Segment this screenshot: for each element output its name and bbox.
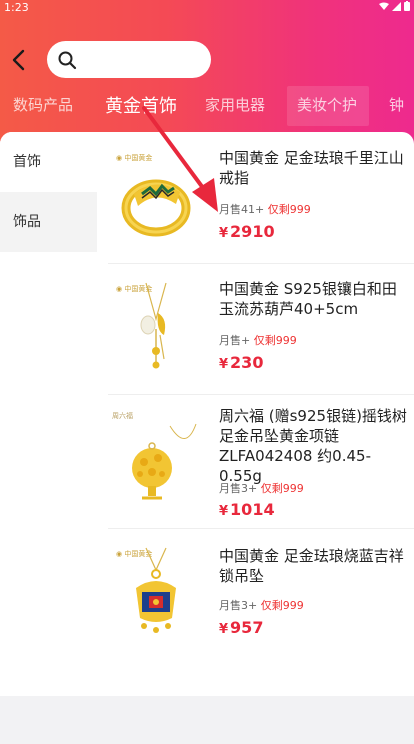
currency-symbol: ¥	[219, 622, 229, 637]
product-image-tree-pendant: 周六福	[112, 411, 197, 500]
price-value: 230	[230, 353, 264, 372]
search-box[interactable]	[47, 41, 211, 78]
sidebar-item-label: 首饰	[13, 154, 41, 170]
divider	[108, 263, 414, 264]
stock-left: 仅剩999	[260, 482, 304, 495]
sidebar-item-jewelry[interactable]: 首饰	[0, 132, 97, 192]
stock-left: 仅剩999	[260, 599, 304, 612]
sales-count: 月售41+	[219, 203, 265, 216]
currency-symbol: ¥	[219, 226, 229, 241]
product-item[interactable]: ◉ 中国黄金 中国黄金 足金珐琅千里江山戒指 月售41+ 仅剩999 ¥2910	[108, 148, 414, 264]
back-button[interactable]	[8, 48, 32, 72]
category-sidebar: 首饰 饰品	[0, 132, 97, 696]
stock-left: 仅剩999	[267, 203, 311, 216]
price-value: 957	[230, 618, 264, 637]
product-image-lock-pendant: ◉ 中国黄金	[116, 547, 176, 633]
product-price: ¥230	[219, 353, 263, 372]
svg-text:周六福: 周六福	[112, 411, 133, 420]
product-image-pendant: ◉ 中国黄金	[116, 282, 167, 369]
signal-icon	[392, 1, 401, 11]
svg-text:◉ 中国黄金: ◉ 中国黄金	[116, 153, 152, 162]
product-title: 中国黄金 足金珐琅千里江山戒指	[219, 149, 404, 187]
currency-symbol: ¥	[219, 357, 229, 372]
product-sales: 月售41+ 仅剩999	[219, 201, 311, 217]
tab-digital[interactable]: 数码产品	[13, 94, 73, 115]
sales-count: 月售+	[219, 334, 251, 347]
wifi-icon	[379, 2, 389, 10]
tab-beauty[interactable]: 美妆个护	[297, 94, 357, 115]
product-sales: 月售3+ 仅剩999	[219, 597, 304, 613]
search-input[interactable]	[83, 49, 201, 70]
status-icons	[379, 1, 410, 11]
product-item[interactable]: ◉ 中国黄金 中国黄金 足金珐琅烧蓝吉祥锁吊坠 月售3+ 仅剩999 ¥957	[108, 544, 414, 660]
battery-icon	[404, 1, 410, 11]
product-image-ring: ◉ 中国黄金	[116, 153, 191, 237]
bottom-area	[0, 696, 414, 744]
product-price: ¥957	[219, 618, 263, 637]
stock-left: 仅剩999	[253, 334, 297, 347]
product-title: 周六福 (赠s925银链)摇钱树足金吊坠黄金项链ZLFA042408 约0.45…	[219, 407, 407, 485]
sidebar-item-label: 饰品	[13, 214, 41, 230]
search-icon	[58, 51, 77, 70]
currency-symbol: ¥	[219, 504, 229, 519]
tab-gold-jewelry[interactable]: 黄金首饰	[105, 92, 177, 118]
status-time: 1:23	[4, 1, 29, 14]
product-title: 中国黄金 足金珐琅烧蓝吉祥锁吊坠	[219, 547, 404, 585]
price-value: 2910	[230, 222, 275, 241]
category-tabs: 数码产品 黄金首饰 家用电器 美妆个护 钟	[0, 86, 414, 126]
product-item[interactable]: ◉ 中国黄金 中国黄金 S925银镶白和田玉流苏葫芦40+5cm 月售+ 仅剩9…	[108, 279, 414, 395]
product-sales: 月售3+ 仅剩999	[219, 480, 304, 496]
sales-count: 月售3+	[219, 599, 258, 612]
chevron-left-icon	[12, 49, 25, 71]
product-item[interactable]: 周六福 周六福 (赠s925银链)摇钱树足金吊坠黄金项链ZLFA042408 约…	[108, 406, 414, 532]
sidebar-item-accessories[interactable]: 饰品	[0, 192, 97, 252]
product-sales: 月售+ 仅剩999	[219, 332, 297, 348]
divider	[108, 394, 414, 395]
product-price: ¥1014	[219, 500, 275, 519]
divider	[108, 528, 414, 529]
sales-count: 月售3+	[219, 482, 258, 495]
tab-clock[interactable]: 钟	[389, 94, 404, 115]
product-title: 中国黄金 S925银镶白和田玉流苏葫芦40+5cm	[219, 280, 397, 318]
product-price: ¥2910	[219, 222, 275, 241]
price-value: 1014	[230, 500, 275, 519]
header: 1:23 数码产品 黄金首饰 家用电器 美妆个护 钟	[0, 0, 414, 150]
status-bar: 1:23	[0, 0, 414, 16]
content-panel: 首饰 饰品 ◉ 中国黄金 中国黄金 足金珐琅千里江山戒指 月售41+ 仅剩999…	[0, 132, 414, 696]
tab-appliances[interactable]: 家用电器	[205, 94, 265, 115]
